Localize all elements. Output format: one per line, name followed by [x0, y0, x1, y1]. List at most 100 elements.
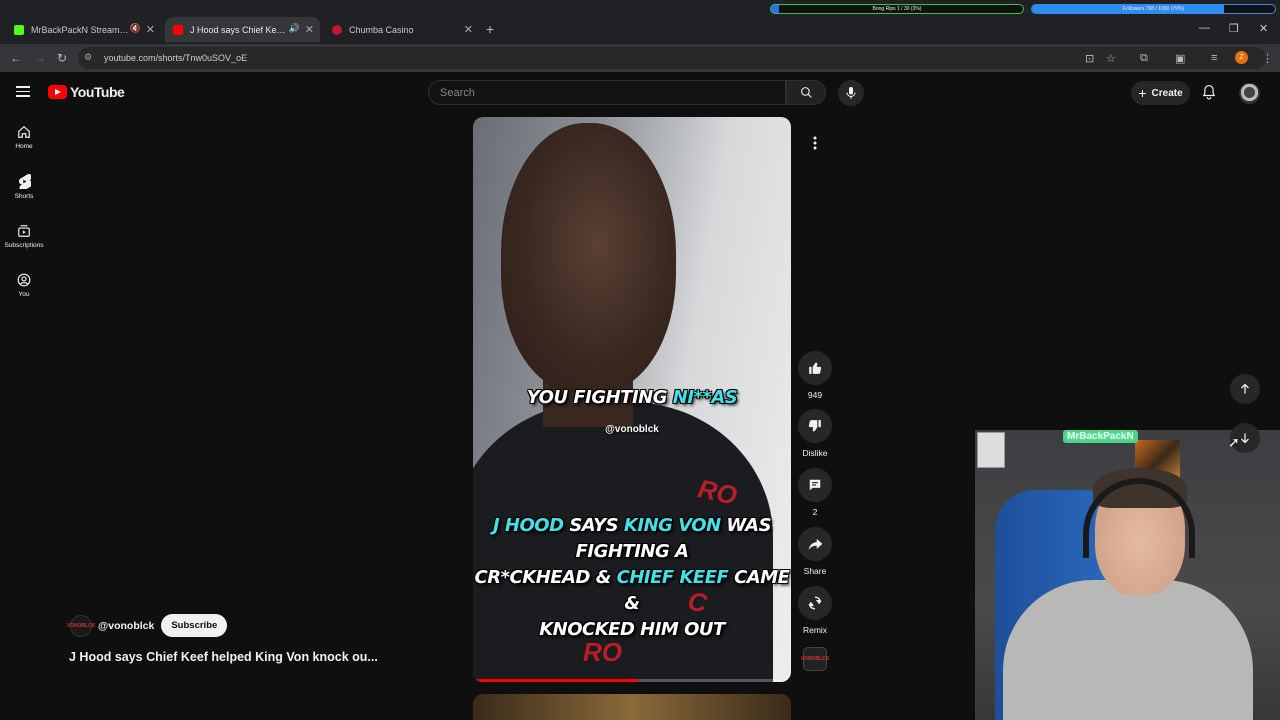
more-options-button[interactable]: [801, 129, 829, 157]
search-input[interactable]: Search: [428, 80, 786, 105]
channel-thumbnail[interactable]: VONOBLCK: [801, 647, 829, 671]
side-panel-icon[interactable]: ▣: [1175, 52, 1185, 65]
arrow-down-icon: [1241, 433, 1249, 444]
followers-progress-bar: Followers 798 / 1000 (79%): [1031, 4, 1276, 14]
caption-highlight: KING VON: [623, 515, 721, 536]
remix-action: Remix: [797, 586, 833, 635]
close-tab-icon[interactable]: ✕: [146, 23, 155, 36]
microphone-icon: [846, 87, 856, 99]
shorts-icon: [18, 174, 31, 189]
bong-rips-label: Bong Rips 1 / 30 (3%): [872, 6, 922, 12]
forward-icon[interactable]: →: [34, 51, 46, 65]
dislike-label: Dislike: [802, 448, 828, 458]
channel-row: VONOBLCK @vonoblck Subscribe: [67, 614, 228, 637]
close-tab-icon[interactable]: ✕: [305, 23, 314, 36]
search-button[interactable]: [786, 80, 826, 105]
previous-short-button[interactable]: [1230, 374, 1260, 404]
caption-text: YOU FIGHTING: [526, 387, 673, 408]
like-button[interactable]: [798, 351, 832, 385]
browser-tab-kick[interactable]: MrBackPackN Stream - Wa 🔇 ✕: [6, 17, 161, 42]
close-window-icon[interactable]: ✕: [1259, 22, 1268, 35]
share-action: Share: [797, 527, 833, 576]
sidebar-item-subscriptions[interactable]: Subscriptions: [0, 224, 48, 249]
url-text: youtube.com/shorts/Tnw0uSOV_oE: [104, 53, 248, 63]
caption-text: CR*CKHEAD &: [474, 567, 617, 588]
voice-search-button[interactable]: [838, 80, 864, 106]
home-icon: [18, 125, 30, 138]
shorts-video-player[interactable]: RO C RO YOU FIGHTING NI**AS @vonoblck J …: [473, 117, 791, 682]
remix-label: Remix: [802, 625, 828, 635]
back-icon[interactable]: ←: [10, 51, 22, 65]
sidebar-item-home[interactable]: Home: [0, 125, 48, 150]
youtube-logo[interactable]: YouTube: [48, 84, 125, 100]
caption-text: KNOCKED HIM OUT: [539, 619, 725, 640]
tab-title: Chumba Casino: [349, 24, 414, 35]
chrome-menu-icon[interactable]: ⋮: [1262, 52, 1273, 65]
media-controls-icon[interactable]: ≡: [1211, 52, 1217, 64]
dislike-button[interactable]: [798, 409, 832, 443]
create-label: Create: [1151, 87, 1183, 99]
comment-count: 2: [812, 507, 818, 517]
next-short-preview[interactable]: [473, 694, 791, 720]
site-info-icon[interactable]: ⚙: [84, 52, 92, 63]
caption-highlight: CHIEF KEEF: [616, 567, 729, 588]
caption-text: SAYS: [563, 515, 624, 536]
dislike-action: Dislike: [797, 409, 833, 458]
share-label: Share: [803, 566, 827, 576]
thumbs-down-icon: [808, 420, 821, 432]
create-button[interactable]: + Create: [1131, 81, 1190, 105]
user-icon: [17, 273, 31, 287]
youtube-favicon-icon: [173, 24, 183, 35]
speaker-icon[interactable]: 🔊: [289, 23, 300, 34]
video-progress-bar[interactable]: [473, 679, 791, 682]
sidebar-item-shorts[interactable]: Shorts: [0, 174, 48, 200]
tab-title: MrBackPackN Stream - Wa: [31, 24, 131, 35]
arrow-up-icon: [1241, 383, 1249, 394]
youtube-header: YouTube Search + Create: [0, 72, 1280, 114]
muted-speaker-icon[interactable]: 🔇: [130, 23, 141, 34]
restore-icon[interactable]: ❐: [1229, 22, 1239, 35]
logo-text: YouTube: [70, 84, 125, 100]
video-watermark: @vonoblck: [605, 424, 659, 435]
chumba-favicon-icon: [332, 24, 342, 35]
remix-button[interactable]: [798, 586, 832, 620]
subscriptions-icon: [18, 225, 30, 237]
browser-tab-youtube[interactable]: J Hood says Chief Keef help 🔊 ✕: [165, 17, 320, 42]
channel-avatar[interactable]: VONOBLCK: [67, 614, 95, 637]
video-title[interactable]: J Hood says Chief Keef helped King Von k…: [69, 650, 378, 664]
sidebar-item-label: Subscriptions: [4, 242, 44, 249]
search-placeholder: Search: [440, 86, 475, 99]
sidebar-item-you[interactable]: You: [0, 273, 48, 298]
like-action: 949: [797, 351, 833, 400]
like-count: 949: [807, 390, 823, 400]
install-app-icon[interactable]: ⊡: [1085, 52, 1094, 65]
share-arrow-icon: [808, 538, 822, 550]
wall-picture: [977, 432, 1005, 468]
notifications-bell-icon[interactable]: [1202, 84, 1216, 105]
remix-icon: [808, 596, 822, 610]
browser-toolbar: ← → ↻ youtube.com/shorts/Tnw0uSOV_oE ⚙ ⊡…: [0, 44, 1280, 72]
comments-button[interactable]: [798, 468, 832, 502]
profile-avatar[interactable]: Z: [1235, 51, 1248, 64]
video-person-head: [501, 123, 676, 393]
bookmark-star-icon[interactable]: ☆: [1106, 52, 1116, 65]
account-avatar[interactable]: [1239, 83, 1260, 104]
browser-tab-chumba[interactable]: Chumba Casino ✕: [324, 17, 479, 42]
minimize-icon[interactable]: —: [1199, 22, 1210, 34]
extensions-icon[interactable]: ⧉: [1140, 52, 1148, 65]
caption-top: YOU FIGHTING NI**AS: [473, 387, 791, 408]
menu-icon[interactable]: [16, 86, 30, 97]
subscribe-button[interactable]: Subscribe: [161, 614, 228, 637]
streamer-hoodie: [1003, 580, 1253, 720]
reload-icon[interactable]: ↻: [57, 51, 67, 65]
sidebar-item-label: Home: [15, 143, 33, 150]
new-tab-icon[interactable]: +: [486, 21, 494, 37]
kick-favicon-icon: [14, 24, 24, 35]
share-button[interactable]: [798, 527, 832, 561]
streamer-webcam-overlay: MrBackPackN: [975, 430, 1280, 720]
search-icon: [800, 87, 812, 98]
channel-handle[interactable]: @vonoblck: [98, 620, 154, 632]
close-tab-icon[interactable]: ✕: [464, 23, 473, 36]
bong-rips-progress-bar: Bong Rips 1 / 30 (3%): [770, 4, 1024, 14]
tab-title: J Hood says Chief Keef help: [190, 24, 290, 35]
